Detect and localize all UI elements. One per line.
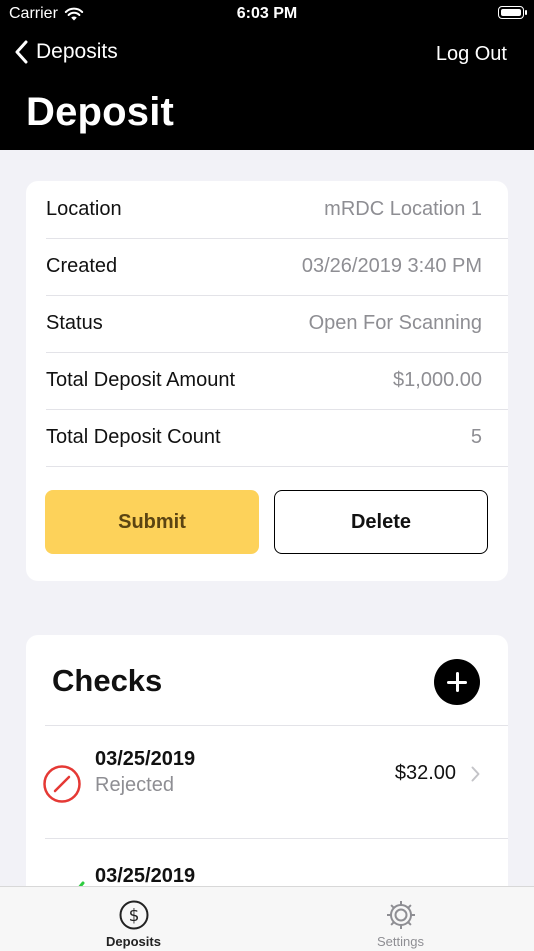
- detail-label: Total Deposit Amount: [46, 369, 235, 391]
- deposit-details-card: Location mRDC Location 1 Created 03/26/2…: [26, 181, 508, 581]
- check-date: 03/25/2019: [95, 865, 196, 887]
- detail-label: Total Deposit Count: [46, 426, 221, 448]
- checks-card: Checks 03/25/2019 Rejected $32.00 03/25/…: [26, 635, 508, 895]
- detail-label: Created: [46, 255, 118, 277]
- logout-button[interactable]: Log Out: [436, 43, 507, 66]
- detail-label: Location: [46, 198, 122, 220]
- detail-value: 5: [470, 426, 482, 448]
- add-check-button[interactable]: [434, 659, 480, 705]
- tab-bar: $ Deposits Settings: [0, 886, 534, 951]
- gear-icon: [387, 901, 415, 929]
- check-date: 03/25/2019: [95, 748, 196, 770]
- battery-icon: [498, 6, 527, 19]
- tab-settings[interactable]: Settings: [267, 887, 534, 951]
- delete-button[interactable]: Delete: [274, 490, 488, 554]
- detail-row-created: Created 03/26/2019 3:40 PM: [46, 238, 508, 296]
- chevron-left-icon: [15, 40, 28, 64]
- status-bar: Carrier 6:03 PM: [0, 0, 534, 30]
- tab-deposits[interactable]: $ Deposits: [0, 887, 267, 951]
- tab-label: Deposits: [106, 934, 161, 949]
- detail-row-total-count: Total Deposit Count 5: [46, 409, 508, 467]
- detail-value: $1,000.00: [393, 369, 482, 391]
- checks-title: Checks: [52, 663, 163, 698]
- header: Carrier 6:03 PM Deposits Log Out Deposit: [0, 0, 534, 150]
- svg-text:$: $: [129, 906, 140, 926]
- clock: 6:03 PM: [236, 5, 298, 22]
- chevron-right-icon: [471, 766, 480, 782]
- back-label: Deposits: [36, 40, 118, 63]
- tab-label: Settings: [377, 934, 424, 949]
- page-title: Deposit: [26, 90, 175, 134]
- detail-row-location: Location mRDC Location 1: [46, 181, 508, 239]
- detail-value: mRDC Location 1: [324, 198, 482, 220]
- check-status: Rejected: [95, 774, 174, 796]
- detail-value: Open For Scanning: [308, 312, 482, 334]
- detail-row-status: Status Open For Scanning: [46, 295, 508, 353]
- detail-row-total-amount: Total Deposit Amount $1,000.00: [46, 352, 508, 410]
- back-button[interactable]: Deposits: [14, 40, 118, 64]
- detail-label: Status: [46, 312, 103, 334]
- detail-value: 03/26/2019 3:40 PM: [301, 255, 482, 277]
- check-row[interactable]: 03/25/2019 Rejected $32.00: [26, 726, 508, 838]
- dollar-circle-icon: $: [119, 900, 149, 930]
- submit-button[interactable]: Submit: [45, 490, 259, 554]
- rejected-icon: [43, 765, 81, 803]
- check-amount: $32.00: [394, 762, 456, 784]
